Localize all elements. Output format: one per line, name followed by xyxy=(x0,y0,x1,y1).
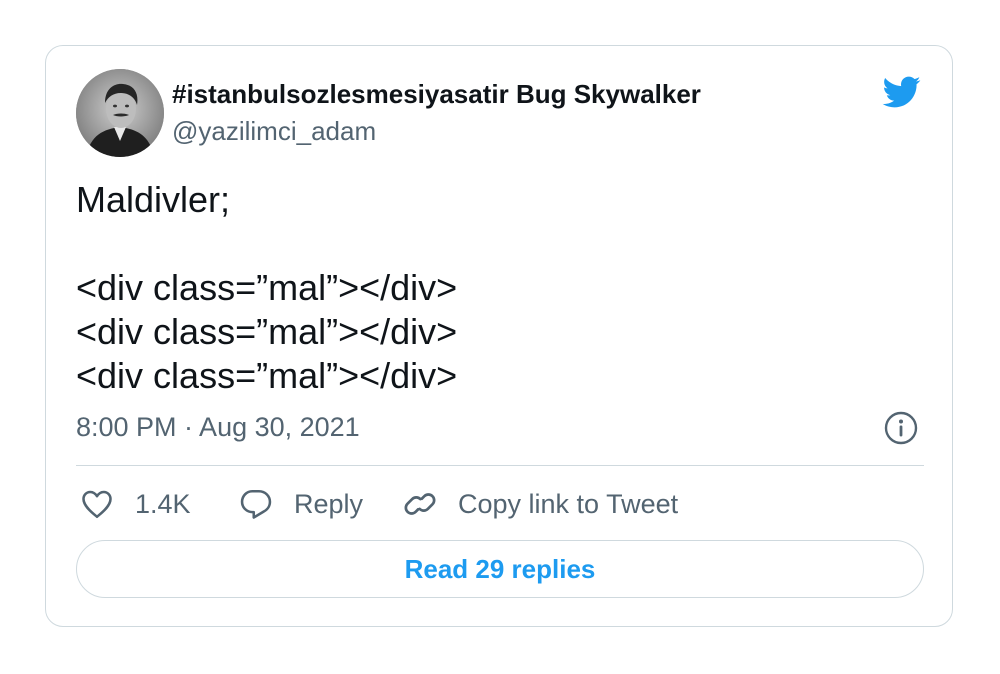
read-replies-button[interactable]: Read 29 replies xyxy=(76,540,924,598)
copy-link-label: Copy link to Tweet xyxy=(458,488,679,519)
tweet-timestamp: 8:00 PM · Aug 30, 2021 xyxy=(76,412,360,443)
tweet-card: #istanbulsozlesmesiyasatir Bug Skywalker… xyxy=(45,45,953,627)
tweet-text: Maldivler; <div class=”mal”></div> <div … xyxy=(76,178,457,398)
twitter-bird-icon[interactable] xyxy=(879,72,923,112)
reply-button[interactable]: Reply xyxy=(238,484,363,524)
tweet-line: <div class=”mal”></div> xyxy=(76,355,458,396)
like-button[interactable]: 1.4K xyxy=(78,484,191,524)
heart-icon xyxy=(78,486,116,522)
tweet-line: Maldivler; xyxy=(76,179,231,220)
like-count: 1.4K xyxy=(135,488,191,519)
tweet-line xyxy=(76,222,457,266)
reply-label: Reply xyxy=(294,488,364,519)
info-icon[interactable] xyxy=(884,411,918,445)
speech-bubble-icon xyxy=(238,486,274,522)
tweet-line: <div class=”mal”></div> xyxy=(76,267,458,308)
author-handle[interactable]: @yazilimci_adam xyxy=(172,116,376,147)
timestamp-link[interactable]: 8:00 PM · Aug 30, 2021 xyxy=(76,412,360,442)
tweet-line: <div class=”mal”></div> xyxy=(76,311,458,352)
avatar[interactable] xyxy=(76,69,164,157)
copy-link-button[interactable]: Copy link to Tweet xyxy=(402,484,678,524)
author-display-name[interactable]: #istanbulsozlesmesiyasatir Bug Skywalker xyxy=(172,79,701,110)
divider xyxy=(76,465,924,466)
link-icon xyxy=(402,486,438,522)
